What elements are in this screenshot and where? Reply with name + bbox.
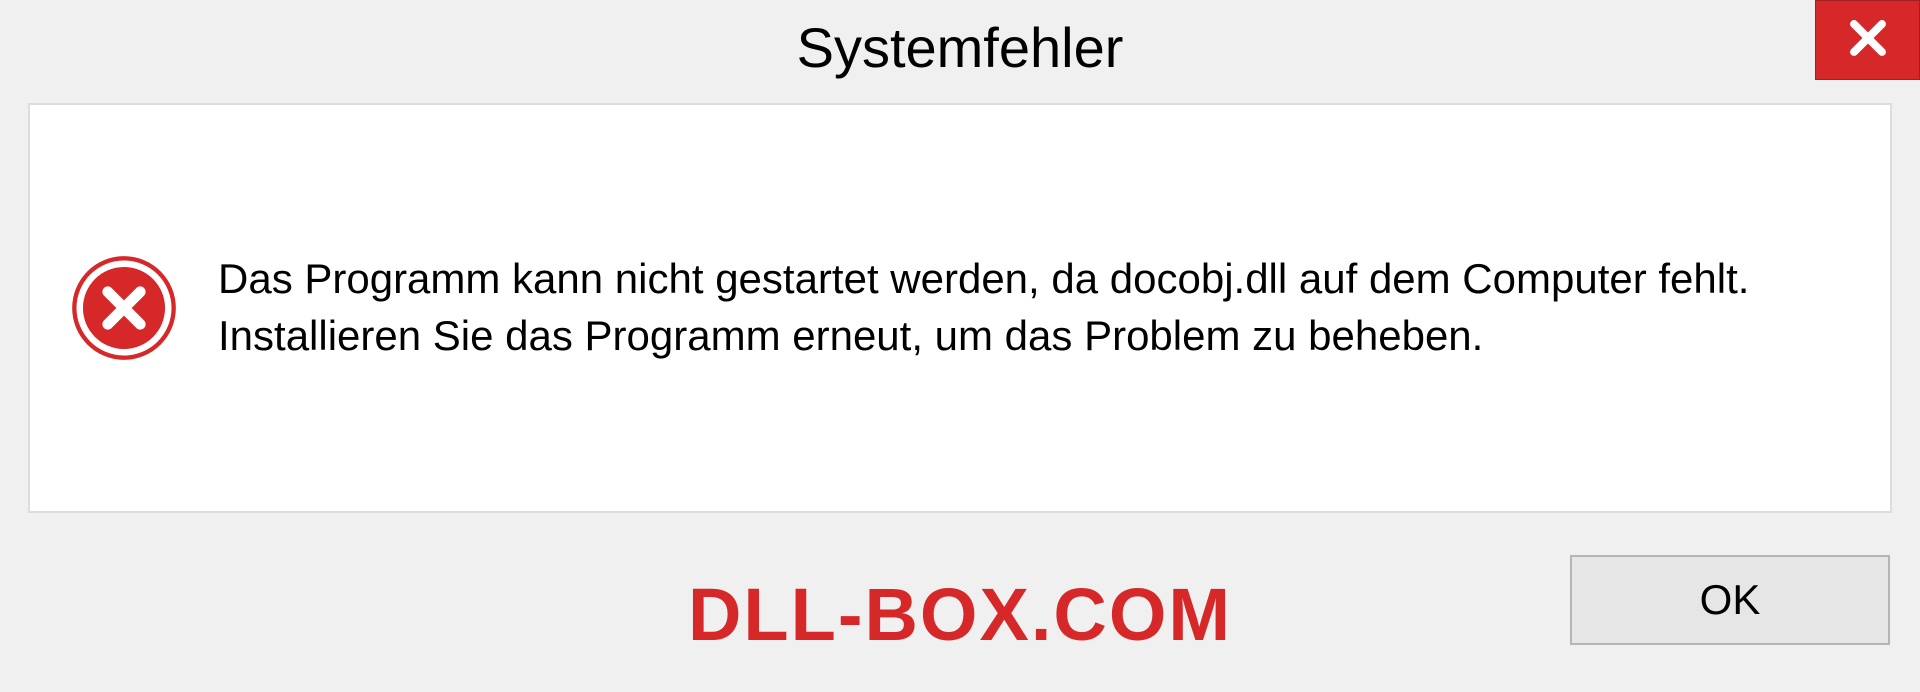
- dialog-title: Systemfehler: [797, 15, 1124, 80]
- ok-button[interactable]: OK: [1570, 555, 1890, 645]
- error-message: Das Programm kann nicht gestartet werden…: [218, 251, 1850, 364]
- content-area: Das Programm kann nicht gestartet werden…: [28, 103, 1892, 513]
- error-dialog: Systemfehler Das Programm kann nicht ges…: [0, 0, 1920, 692]
- close-icon: [1847, 17, 1889, 64]
- error-icon: [70, 254, 178, 362]
- close-button[interactable]: [1815, 0, 1920, 80]
- dialog-footer: DLL-BOX.COM OK: [0, 527, 1920, 692]
- watermark-text: DLL-BOX.COM: [688, 572, 1232, 657]
- title-bar: Systemfehler: [0, 0, 1920, 95]
